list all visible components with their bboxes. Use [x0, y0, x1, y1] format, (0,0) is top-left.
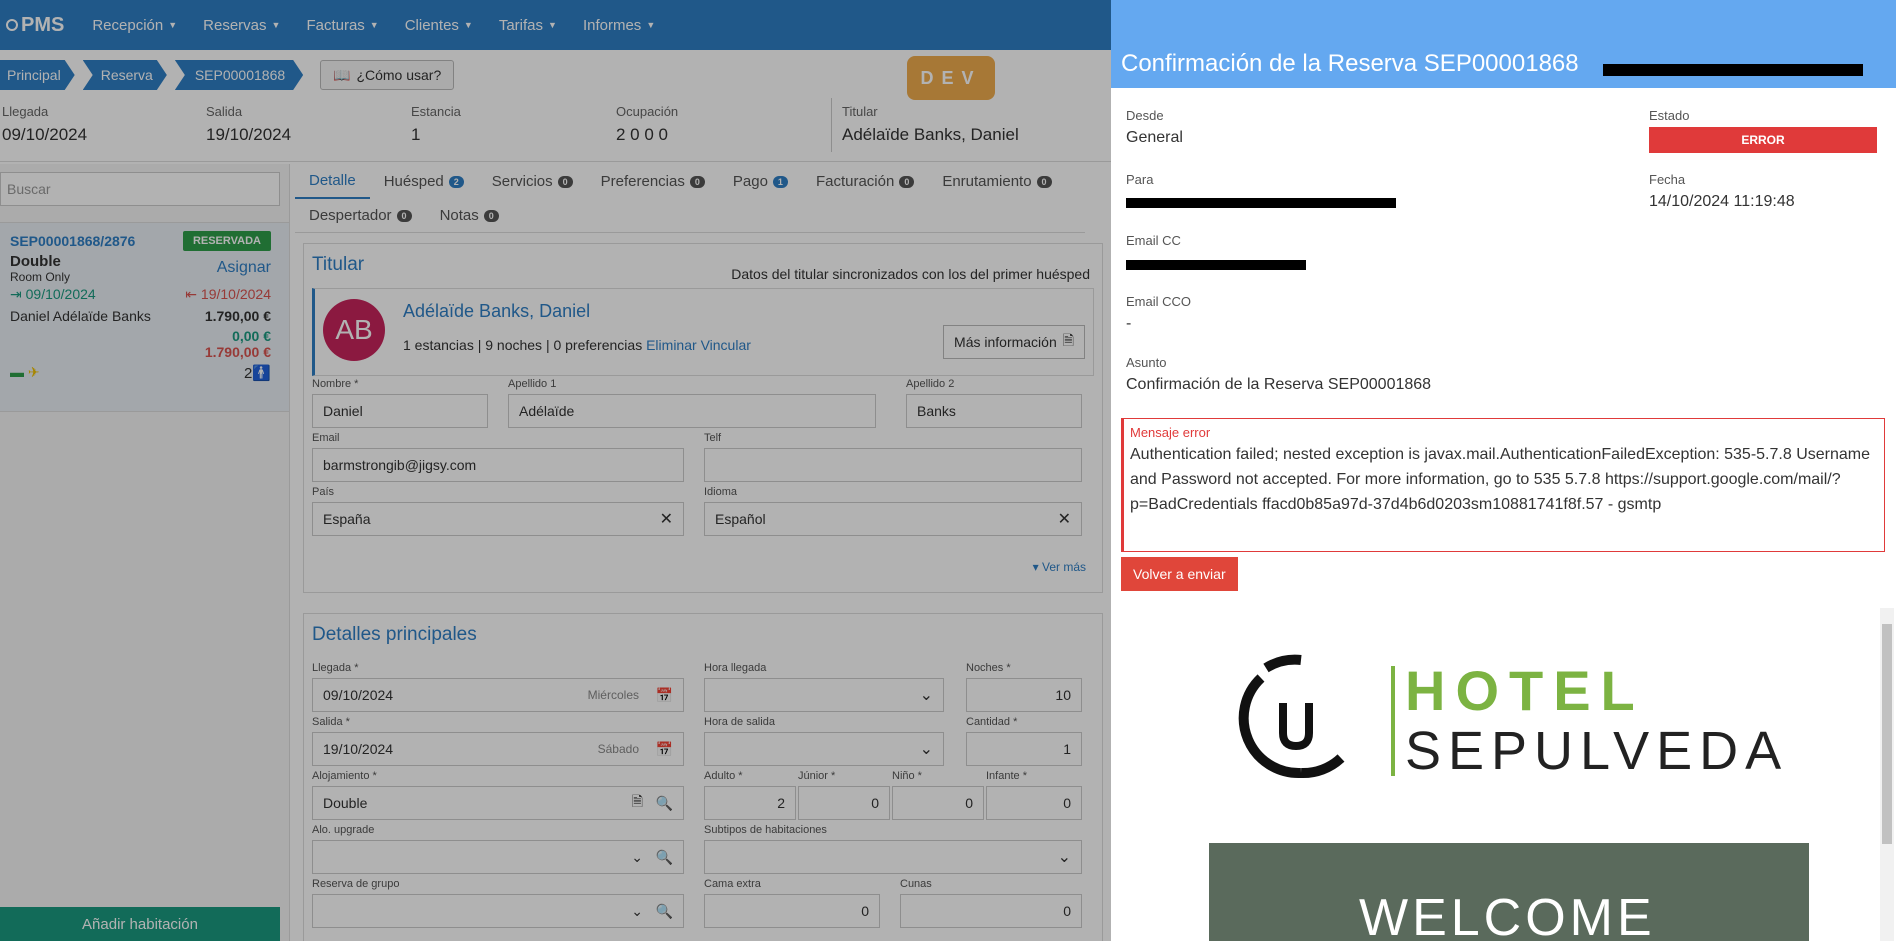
date-field: Fecha 14/10/2024 11:19:48 — [1649, 172, 1795, 210]
pms-app: PMS Recepción ▼ Reservas ▼ Facturas ▼ Clien… — [0, 0, 1111, 941]
subject-field: Asunto Confirmación de la Reserva SEP0000… — [1126, 355, 1432, 393]
hotel-name: SEPULVEDA — [1405, 721, 1789, 781]
to-field: Para — [1126, 172, 1154, 187]
scrollbar-thumb[interactable] — [1882, 624, 1892, 844]
drawer-header: Confirmación de la Reserva SEP00001868 — [1111, 0, 1896, 88]
preview-scrollbar[interactable] — [1880, 608, 1894, 941]
email-detail-drawer: Confirmación de la Reserva SEP00001868 D… — [1111, 0, 1896, 941]
redacted-to-email — [1126, 198, 1396, 208]
status-field: Estado — [1649, 108, 1690, 123]
email-preview: HOTEL SEPULVEDA WELCOME — [1121, 608, 1885, 941]
from-field: Desde General — [1126, 108, 1183, 146]
drawer-title: Confirmación de la Reserva SEP00001868 — [1121, 50, 1579, 77]
error-message-text: Authentication failed; nested exception … — [1130, 446, 1870, 513]
resend-button[interactable]: Volver a enviar — [1121, 557, 1238, 591]
hotel-logo-icon — [1238, 654, 1345, 779]
modal-backdrop[interactable] — [0, 0, 1111, 941]
status-badge: ERROR — [1649, 127, 1877, 153]
welcome-banner: WELCOME — [1209, 843, 1809, 941]
bcc-field: Email CCO - — [1126, 294, 1192, 332]
hotel-word: HOTEL — [1405, 659, 1645, 722]
redacted-recipient — [1603, 64, 1863, 76]
error-message-box: Mensaje error Authentication failed; nes… — [1121, 418, 1885, 552]
logo-divider — [1391, 666, 1395, 776]
cc-field: Email CC — [1126, 233, 1181, 248]
redacted-cc-email — [1126, 260, 1306, 270]
